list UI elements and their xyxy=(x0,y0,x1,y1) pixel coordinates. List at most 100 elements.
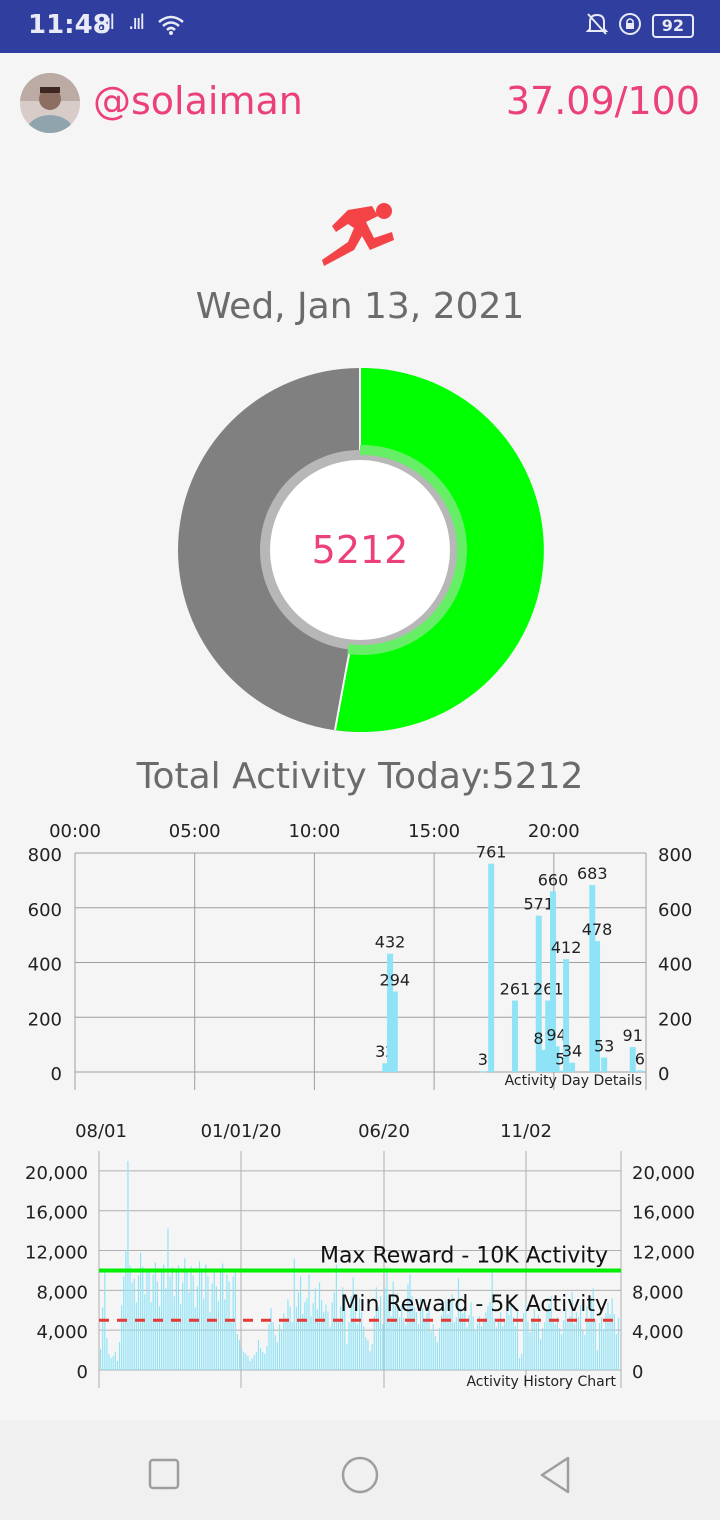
history-bar xyxy=(316,1309,318,1370)
history-bar xyxy=(186,1269,188,1370)
history-bar xyxy=(365,1337,367,1370)
history-bar xyxy=(249,1361,251,1370)
history-bar xyxy=(333,1292,335,1370)
history-bar xyxy=(106,1338,108,1370)
history-bar xyxy=(312,1303,314,1370)
history-bar xyxy=(432,1324,434,1370)
history-bar xyxy=(422,1308,424,1370)
username[interactable]: @solaiman xyxy=(93,79,303,123)
x-tick-label: 05:00 xyxy=(169,821,221,842)
y-tick-label-right: 4,000 xyxy=(632,1322,684,1343)
history-bar xyxy=(276,1342,278,1370)
history-bar xyxy=(121,1305,123,1370)
history-bar xyxy=(274,1335,276,1370)
history-bar xyxy=(127,1160,129,1370)
history-bar xyxy=(577,1317,580,1370)
history-bar xyxy=(367,1340,369,1370)
day-bar xyxy=(557,1070,564,1072)
history-bar xyxy=(472,1316,474,1370)
history-bar xyxy=(544,1322,546,1370)
home-button[interactable] xyxy=(335,1450,385,1500)
history-bar xyxy=(361,1312,363,1370)
history-bar xyxy=(371,1344,373,1370)
history-bar xyxy=(137,1275,140,1370)
history-bar xyxy=(201,1271,203,1370)
history-bar xyxy=(346,1344,348,1370)
history-bar xyxy=(523,1313,525,1370)
navigation-bar xyxy=(0,1420,720,1520)
recents-button[interactable] xyxy=(140,1450,190,1500)
history-bar xyxy=(438,1328,441,1370)
total-activity-label: Total Activity Today:5212 xyxy=(136,756,584,797)
history-bar xyxy=(165,1288,167,1370)
history-bar xyxy=(177,1265,180,1370)
history-bar xyxy=(398,1317,401,1370)
history-bar xyxy=(497,1320,500,1370)
history-bar xyxy=(116,1361,118,1370)
history-bar xyxy=(167,1228,169,1370)
day-bar xyxy=(488,863,495,1072)
battery-indicator: 92 xyxy=(651,14,694,38)
history-bar xyxy=(289,1306,291,1370)
y-tick-label-left: 20,000 xyxy=(25,1163,88,1184)
history-bar xyxy=(460,1308,462,1370)
history-bar xyxy=(272,1322,274,1370)
history-bar xyxy=(295,1307,297,1370)
history-bar xyxy=(158,1306,161,1370)
back-icon xyxy=(540,1456,570,1494)
history-bar xyxy=(198,1261,201,1370)
history-bar xyxy=(228,1281,230,1370)
history-bar xyxy=(493,1318,495,1370)
max-reward-label: Max Reward - 10K Activity xyxy=(320,1243,608,1268)
history-bar xyxy=(369,1351,371,1370)
history-bar xyxy=(476,1324,478,1370)
history-bar xyxy=(184,1258,186,1370)
y-tick-label-left: 0 xyxy=(77,1362,88,1383)
y-tick-label-right: 20,000 xyxy=(632,1163,695,1184)
history-bar xyxy=(220,1272,222,1370)
y-tick-label-left: 200 xyxy=(28,1009,62,1030)
history-bar xyxy=(230,1322,232,1370)
history-bar xyxy=(329,1327,331,1370)
history-bar xyxy=(426,1313,428,1370)
history-bar xyxy=(569,1316,571,1370)
history-bar xyxy=(563,1320,565,1370)
history-bar xyxy=(182,1282,184,1370)
history-bar xyxy=(108,1354,110,1370)
history-bar xyxy=(601,1317,603,1370)
history-bar xyxy=(123,1276,125,1370)
history-bar xyxy=(605,1313,607,1370)
activity-history-chart[interactable]: 0 0 4,000 4,000 8,000 8,000 12,000 12,000 16,000… xyxy=(0,1115,720,1400)
day-bar-label: 6 xyxy=(635,1049,645,1068)
history-bar xyxy=(266,1346,268,1370)
history-bar xyxy=(356,1324,358,1370)
y-tick-label-left: 400 xyxy=(28,955,62,976)
avatar[interactable] xyxy=(20,73,80,133)
history-bar xyxy=(508,1315,510,1370)
history-bar xyxy=(521,1354,523,1370)
history-bar xyxy=(567,1322,569,1370)
signal-icon-2: .ııl xyxy=(128,10,145,34)
back-button[interactable] xyxy=(530,1450,580,1500)
x-tick-label: 10:00 xyxy=(288,821,340,842)
history-bar xyxy=(529,1332,531,1370)
history-bar xyxy=(447,1314,449,1370)
history-bar xyxy=(297,1292,300,1370)
history-bar xyxy=(556,1317,558,1370)
history-bar xyxy=(582,1330,584,1370)
history-bar xyxy=(150,1302,152,1370)
history-bar xyxy=(148,1268,150,1370)
history-bar xyxy=(264,1354,266,1370)
history-bar xyxy=(291,1322,293,1370)
history-bar xyxy=(491,1272,493,1370)
history-bar xyxy=(382,1324,384,1370)
y-tick-label-left: 16,000 xyxy=(25,1203,88,1224)
history-bar xyxy=(609,1314,611,1370)
y-tick-label-left: 600 xyxy=(28,900,62,921)
y-tick-label-right: 800 xyxy=(658,845,692,866)
day-bar-label: 294 xyxy=(380,971,411,990)
history-bar xyxy=(561,1334,563,1370)
status-bar: 11:48 .ııl .ııl 92 xyxy=(0,0,720,53)
activity-day-chart[interactable]: 0 0 200 200 400 400 600 600 800 800 00:00 05:00 10:0… xyxy=(0,815,720,1095)
history-bar xyxy=(514,1326,516,1370)
